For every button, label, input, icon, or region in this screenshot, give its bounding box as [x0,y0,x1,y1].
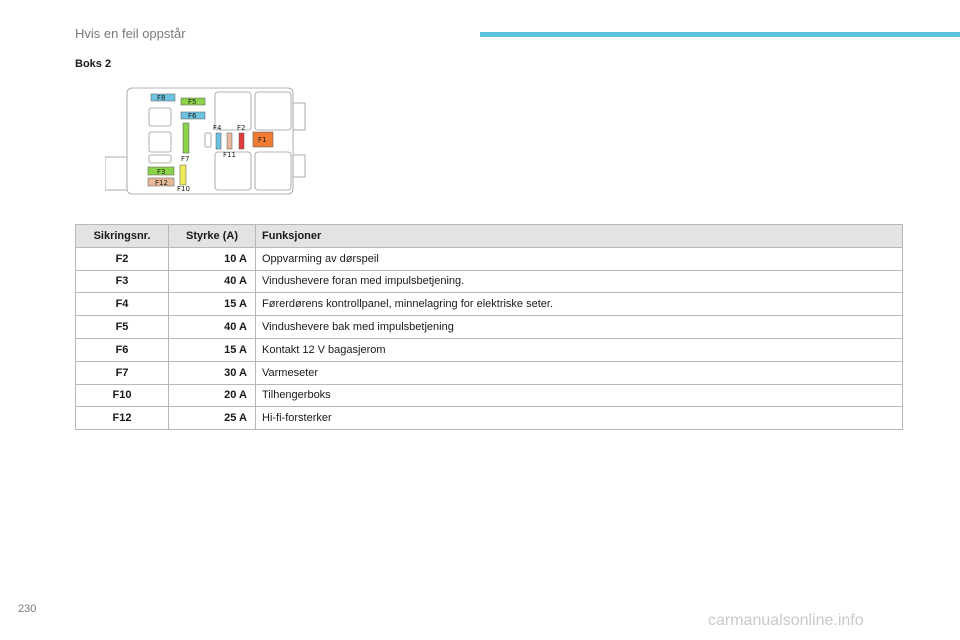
fuse-number-cell: F12 [75,406,169,431]
fuse-number-cell: F2 [75,246,169,271]
fuse-rating-cell: 15 A [168,292,256,317]
fuse-f11 [226,132,233,150]
fuse-f2-label: F2 [237,124,245,132]
fuse-f7 [182,122,190,154]
fuse-function-cell: Hi-fi-forsterker [255,406,903,431]
fuse-rating-cell: 25 A [168,406,256,431]
fuse-number-cell: F4 [75,292,169,317]
table-row: F3 40 A Vindushevere foran med impulsbet… [75,269,903,294]
table-row: F6 15 A Kontakt 12 V bagasjerom [75,337,903,362]
fuse-function-cell: Varmeseter [255,360,903,385]
fuse-table: Sikringsnr. Styrke (A) Funksjoner F2 10 … [75,224,903,431]
fuse-box-side-connector-right-bottom [292,154,306,178]
fuse-box-side-connector-left [105,156,128,191]
fuse-box-side-connector-right-top [292,102,306,131]
fuse-rating-cell: 40 A [168,269,256,294]
table-header-row: Sikringsnr. Styrke (A) Funksjoner [75,224,903,248]
fuse-function-cell: Oppvarming av dørspeil [255,246,903,271]
fuse-f12-label: F12 [155,179,168,187]
fuse-number-cell: F7 [75,360,169,385]
relay-slot [148,131,172,153]
fuse-number-cell: F5 [75,315,169,339]
fuse-f10 [179,164,187,186]
fuse-f4 [215,132,222,150]
table-row: F7 30 A Varmeseter [75,360,903,385]
relay-slot [204,132,212,148]
relay-slot [148,107,172,127]
fuse-f1-label: F1 [258,136,266,144]
fuse-f10-label: F10 [177,185,190,193]
fuse-function-cell: Førerdørens kontrollpanel, minnelagring … [255,292,903,317]
column-header-functions: Funksjoner [255,224,903,248]
fuse-rating-cell: 30 A [168,360,256,385]
column-header-fuse-number: Sikringsnr. [75,224,169,248]
fuse-number-cell: F10 [75,383,169,408]
fuse-f8-label: F8 [157,94,165,102]
table-row: F5 40 A Vindushevere bak med impulsbetje… [75,315,903,339]
fuse-rating-cell: 20 A [168,383,256,408]
relay-slot [254,91,292,131]
fuse-f4-label: F4 [213,124,222,132]
page-number: 230 [18,603,37,615]
table-row: F10 20 A Tilhengerboks [75,383,903,408]
fuse-f11-label: F11 [223,151,236,159]
header-accent-bar [480,32,960,37]
fuse-function-cell: Vindushevere foran med impulsbetjening. [255,269,903,294]
fuse-f2 [238,132,245,150]
fuse-number-cell: F3 [75,269,169,294]
relay-slot [254,151,292,191]
table-row: F12 25 A Hi-fi-forsterker [75,406,903,431]
column-header-rating: Styrke (A) [168,224,256,248]
fuse-function-cell: Tilhengerboks [255,383,903,408]
fuse-box-diagram: F8 F5 F6 F7 F4 F11 F2 F1 F3 F12 F10 [105,87,306,195]
fuse-f7-label: F7 [181,155,189,163]
relay-slot [148,154,172,164]
fuse-f3-label: F3 [157,168,165,176]
fuse-f5-label: F5 [188,98,196,106]
fuse-rating-cell: 15 A [168,337,256,362]
section-title: Boks 2 [75,58,112,70]
table-row: F2 10 A Oppvarming av dørspeil [75,246,903,271]
fuse-rating-cell: 10 A [168,246,256,271]
fuse-function-cell: Vindushevere bak med impulsbetjening [255,315,903,339]
fuse-rating-cell: 40 A [168,315,256,339]
fuse-function-cell: Kontakt 12 V bagasjerom [255,337,903,362]
watermark-text: carmanualsonline.info [708,612,864,629]
table-row: F4 15 A Førerdørens kontrollpanel, minne… [75,292,903,317]
page-header-title: Hvis en feil oppstår [75,26,186,41]
fuse-number-cell: F6 [75,337,169,362]
fuse-f6-label: F6 [188,112,197,120]
